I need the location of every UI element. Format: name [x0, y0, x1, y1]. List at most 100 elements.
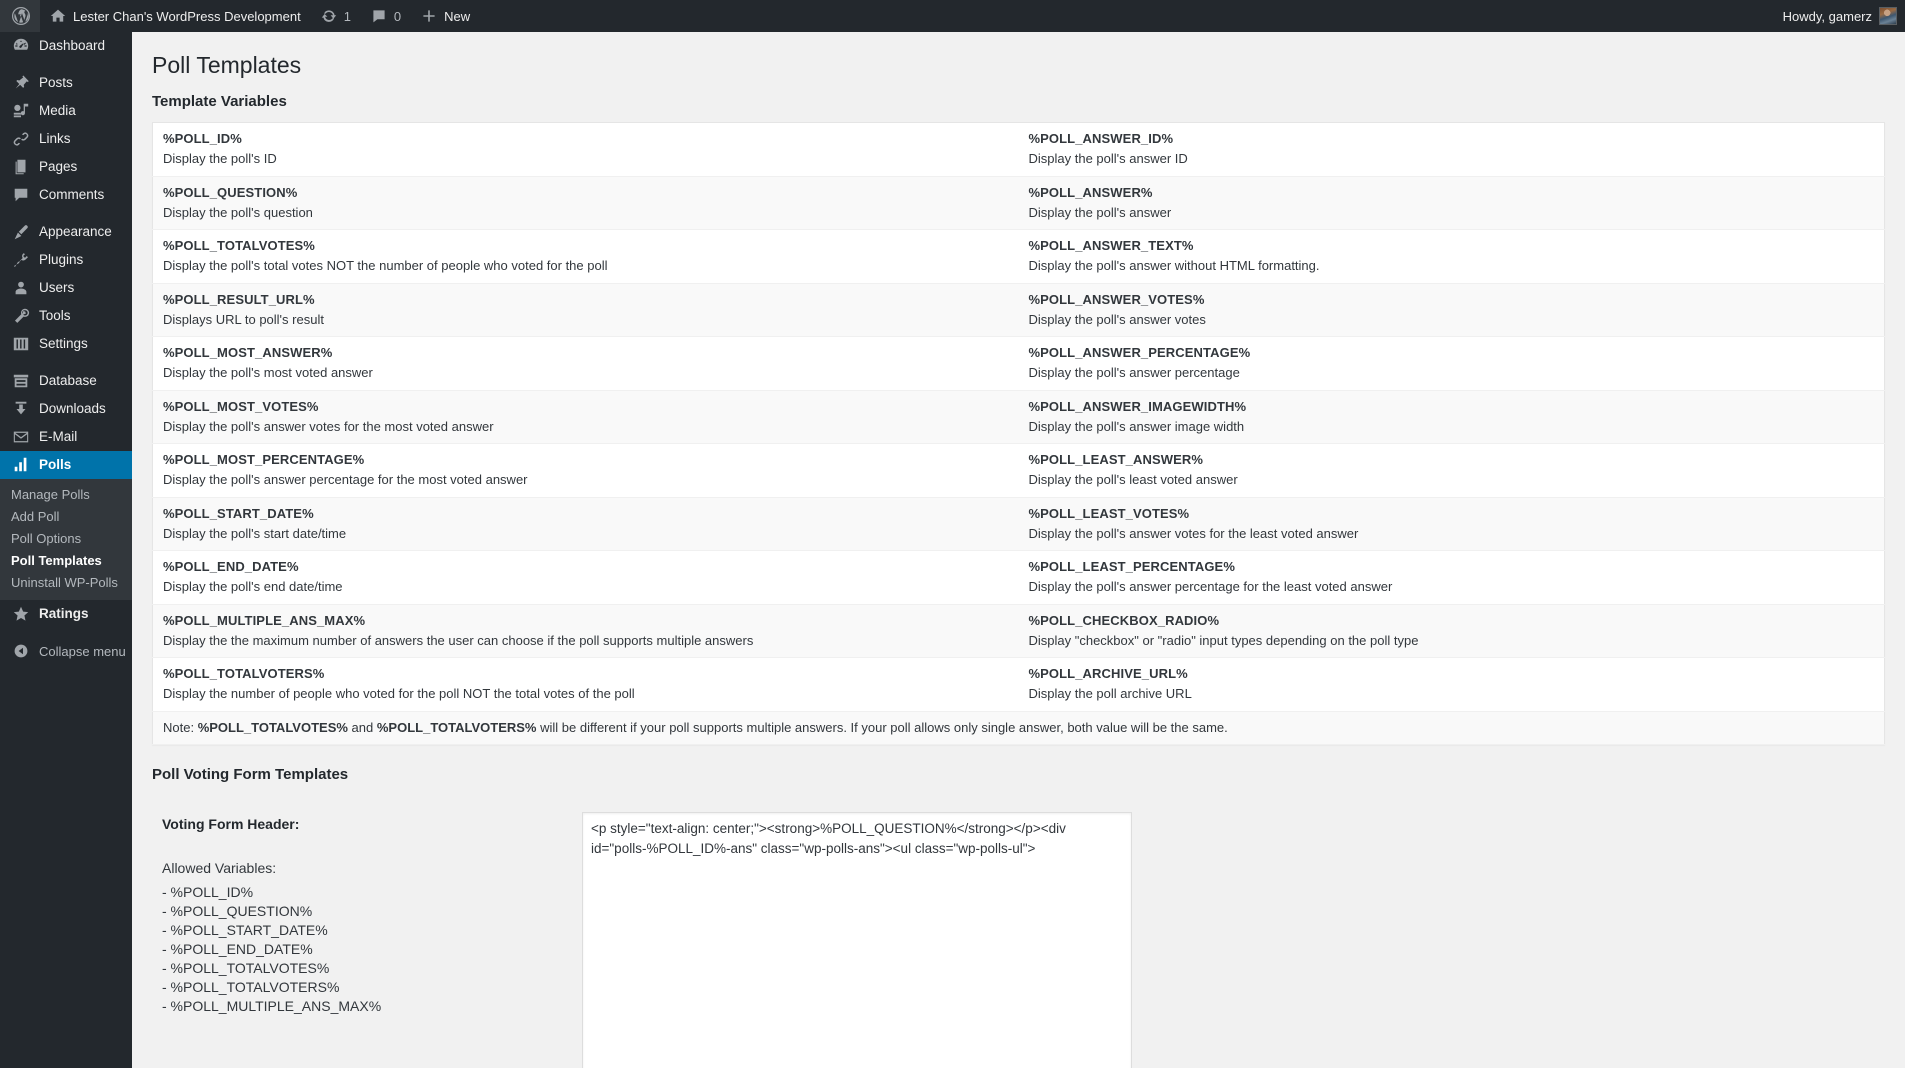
collapse-menu-button[interactable]: Collapse menu	[0, 637, 132, 665]
sidebar-item-label: Posts	[39, 75, 73, 90]
sidebar-item-database[interactable]: Database	[0, 367, 132, 395]
variable-name: %POLL_ANSWER_VOTES%	[1028, 291, 1205, 307]
media-icon	[11, 101, 31, 121]
variable-cell: %POLL_ANSWER_TEXT% Display the poll's an…	[1019, 230, 1885, 284]
menu-separator	[0, 358, 132, 367]
submenu-item-uninstall-wp-polls[interactable]: Uninstall WP-Polls	[0, 572, 132, 594]
table-row: %POLL_ID% Display the poll's ID %POLL_AN…	[153, 123, 1885, 177]
sidebar-item-label: Media	[39, 103, 76, 118]
main-content: Poll Templates Template Variables %POLL_…	[132, 32, 1905, 1068]
variable-description: Display the poll's answer percentage	[1028, 365, 1240, 381]
download-icon	[11, 399, 31, 419]
variable-description: Display the poll's answer without HTML f…	[1028, 258, 1320, 274]
variable-name: %POLL_MULTIPLE_ANS_MAX%	[163, 612, 366, 628]
admin-bar: Lester Chan's WordPress Development 1 0 …	[0, 0, 1905, 32]
variable-name: %POLL_RESULT_URL%	[163, 291, 315, 307]
table-row: %POLL_RESULT_URL% Displays URL to poll's…	[152, 283, 1885, 337]
page-title: Poll Templates	[152, 52, 302, 78]
variable-cell: %POLL_ANSWER_ID% Display the poll's answ…	[1019, 123, 1885, 177]
sidebar-item-links[interactable]: Links	[0, 125, 132, 153]
polls-submenu: Manage Polls Add Poll Poll Options Poll …	[0, 479, 132, 600]
variable-name: %POLL_QUESTION%	[163, 184, 298, 200]
variable-cell: %POLL_MULTIPLE_ANS_MAX% Display the the …	[152, 604, 1019, 658]
wordpress-icon	[11, 6, 31, 26]
variable-name: %POLL_LEAST_PERCENTAGE%	[1028, 559, 1235, 574]
variable-description: Display "checkbox" or "radio" input type…	[1028, 632, 1419, 648]
menu-separator	[0, 60, 132, 69]
sidebar-item-label: Polls	[39, 457, 72, 472]
variable-cell: %POLL_LEAST_ANSWER% Display the poll's l…	[1019, 444, 1885, 498]
sidebar-item-users[interactable]: Users	[0, 274, 132, 302]
sidebar-item-downloads[interactable]: Downloads	[0, 395, 132, 423]
variable-description: Display the number of people who voted f…	[163, 686, 635, 702]
submenu-item-poll-templates[interactable]: Poll Templates	[0, 550, 132, 572]
sidebar-item-dashboard[interactable]: Dashboard	[0, 32, 132, 60]
voting-form-header-label: Voting Form Header:	[162, 815, 300, 832]
sidebar-item-ratings[interactable]: Ratings	[0, 600, 132, 628]
database-icon	[11, 371, 31, 391]
variable-cell: %POLL_MOST_PERCENTAGE% Display the poll'…	[153, 444, 1019, 498]
sidebar-item-pages[interactable]: Pages	[0, 153, 132, 181]
brush-icon	[11, 222, 31, 242]
site-name-button[interactable]: Lester Chan's WordPress Development	[40, 0, 311, 32]
submenu-item-poll-options[interactable]: Poll Options	[0, 528, 132, 550]
sidebar-item-media[interactable]: Media	[0, 97, 132, 125]
polls-submenu-list: Manage Polls Add Poll Poll Options Poll …	[0, 479, 132, 600]
table-row: %POLL_MOST_ANSWER% Display the poll's mo…	[153, 337, 1885, 391]
submenu-item-add-poll[interactable]: Add Poll	[0, 506, 132, 528]
submenu-item-label: Add Poll	[11, 509, 60, 524]
sidebar-item-comments[interactable]: Comments	[0, 181, 132, 209]
sidebar-item-email[interactable]: E-Mail	[0, 423, 132, 451]
variable-cell: %POLL_TOTALVOTERS% Display the number of…	[153, 658, 1019, 712]
comments-button[interactable]: 0	[361, 0, 411, 32]
variable-description: Displays URL to poll's result	[163, 311, 324, 327]
table-row: %POLL_TOTALVOTERS% Display the number of…	[153, 658, 1885, 712]
new-content-button[interactable]: New	[411, 0, 480, 32]
comment-bubble-icon	[371, 8, 387, 24]
variable-description: Display the poll's answer votes	[1028, 311, 1206, 327]
variable-cell: %POLL_LEAST_PERCENTAGE% Display the poll…	[1019, 551, 1885, 605]
variable-cell: %POLL_ANSWER_PERCENTAGE% Display the pol…	[1019, 337, 1885, 391]
submenu-item-label: Manage Polls	[11, 487, 90, 502]
variable-name: %POLL_MOST_PERCENTAGE%	[163, 452, 365, 467]
submenu-item-label: Uninstall WP-Polls	[11, 575, 118, 590]
wordpress-logo-button[interactable]	[0, 0, 40, 32]
variable-name: %POLL_TOTALVOTERS%	[163, 666, 325, 681]
sidebar-item-polls[interactable]: Polls	[0, 451, 140, 479]
table-row-note: Note: %POLL_TOTALVOTES% and %POLL_TOTALV…	[152, 711, 1885, 745]
sidebar-item-label: Dashboard	[39, 38, 106, 53]
voting-form-header-textarea[interactable]	[582, 811, 1132, 1068]
allowed-variable-item: - %POLL_TOTALVOTERS%	[162, 979, 340, 996]
variable-cell: %POLL_MOST_ANSWER% Display the poll's mo…	[153, 337, 1019, 391]
submenu-item-label: Poll Templates	[11, 553, 102, 568]
howdy-label: Howdy, gamerz	[1782, 8, 1872, 24]
updates-button[interactable]: 1	[311, 0, 361, 32]
home-icon	[50, 8, 66, 24]
dashboard-icon	[11, 36, 31, 56]
variable-cell: %POLL_START_DATE% Display the poll's sta…	[152, 497, 1019, 551]
sidebar-item-label: Database	[39, 373, 97, 388]
my-account-button[interactable]: Howdy, gamerz	[1773, 0, 1905, 32]
variable-name: %POLL_ANSWER%	[1028, 184, 1153, 200]
variable-name: %POLL_LEAST_VOTES%	[1028, 505, 1190, 521]
sidebar-item-posts[interactable]: Posts	[0, 69, 132, 97]
sidebar-item-appearance[interactable]: Appearance	[0, 218, 132, 246]
variable-description: Display the poll's answer image width	[1028, 418, 1245, 434]
variable-name: %POLL_CHECKBOX_RADIO%	[1028, 612, 1220, 628]
submenu-item-manage-polls[interactable]: Manage Polls	[0, 484, 132, 506]
variable-description: Display the poll's answer votes for the …	[1028, 525, 1359, 541]
email-icon	[11, 427, 31, 447]
voting-form-header-label-cell: Voting Form Header: Allowed Variables: -…	[152, 795, 582, 1068]
variable-cell: %POLL_ID% Display the poll's ID	[153, 123, 1019, 177]
table-row: %POLL_END_DATE% Display the poll's end d…	[153, 551, 1885, 605]
sidebar-item-label: Comments	[39, 187, 105, 202]
variable-cell: %POLL_LEAST_VOTES% Display the poll's an…	[1018, 497, 1885, 551]
sidebar-item-plugins[interactable]: Plugins	[0, 246, 132, 274]
sidebar-item-settings[interactable]: Settings	[0, 330, 132, 358]
table-row: %POLL_START_DATE% Display the poll's sta…	[152, 497, 1885, 551]
site-name-label: Lester Chan's WordPress Development	[73, 8, 301, 24]
variable-name: %POLL_END_DATE%	[163, 559, 299, 574]
sidebar-item-tools[interactable]: Tools	[0, 302, 132, 330]
admin-menu: Dashboard Posts Media Links Pages	[0, 32, 140, 665]
variable-description: Display the poll's most voted answer	[163, 365, 373, 381]
